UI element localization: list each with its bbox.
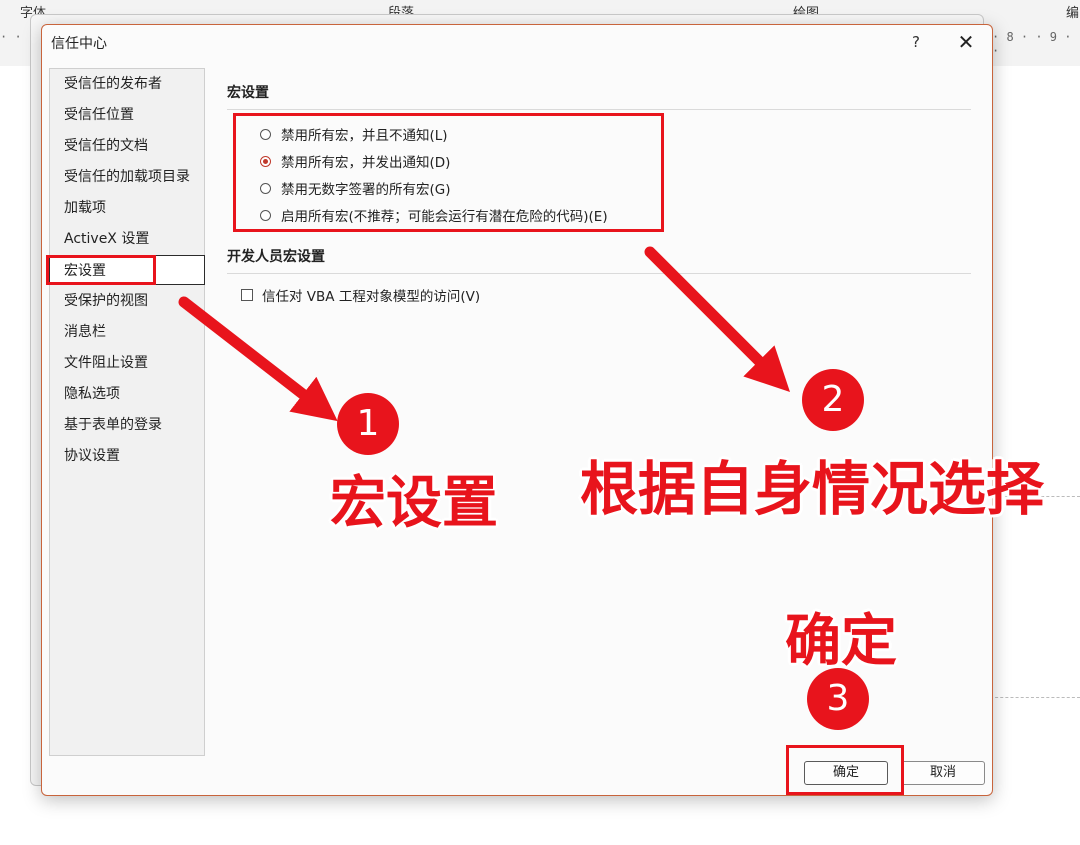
option-label: 信任对 VBA 工程对象模型的访问(V) bbox=[262, 289, 481, 305]
nav-item-trusted-publishers[interactable]: 受信任的发布者 bbox=[50, 69, 204, 99]
close-icon[interactable]: ✕ bbox=[953, 28, 979, 56]
highlight-macro-options bbox=[233, 113, 664, 232]
step3-badge: 3 bbox=[807, 668, 869, 730]
section-divider bbox=[227, 109, 971, 110]
step1-text: 宏设置 bbox=[330, 471, 498, 536]
developer-settings-heading: 开发人员宏设置 bbox=[227, 249, 325, 265]
nav-item-agreements[interactable]: 协议设置 bbox=[50, 441, 204, 471]
cancel-button[interactable]: 取消 bbox=[901, 761, 985, 785]
nav-item-message-bar[interactable]: 消息栏 bbox=[50, 317, 204, 347]
nav-item-trusted-documents[interactable]: 受信任的文档 bbox=[50, 131, 204, 161]
help-button[interactable]: ? bbox=[906, 30, 926, 54]
nav-item-form-login[interactable]: 基于表单的登录 bbox=[50, 410, 204, 440]
nav-item-protected-view[interactable]: 受保护的视图 bbox=[50, 286, 204, 316]
nav-item-addins[interactable]: 加载项 bbox=[50, 193, 204, 223]
step1-badge: 1 bbox=[337, 393, 399, 455]
highlight-ok-button bbox=[786, 745, 904, 795]
document-margin-line bbox=[990, 697, 1080, 698]
nav-item-file-block[interactable]: 文件阻止设置 bbox=[50, 348, 204, 378]
step3-text: 确定 bbox=[785, 609, 897, 674]
checkbox-icon[interactable] bbox=[241, 289, 253, 301]
trust-center-nav: 受信任的发布者 受信任位置 受信任的文档 受信任的加载项目录 加载项 Activ… bbox=[49, 68, 205, 756]
ruler-right: · 8 · · 9 · · bbox=[992, 30, 1072, 58]
step2-text: 根据自身情况选择 bbox=[580, 455, 1045, 523]
nav-item-trusted-locations[interactable]: 受信任位置 bbox=[50, 100, 204, 130]
nav-item-activex[interactable]: ActiveX 设置 bbox=[50, 224, 204, 254]
ribbon-group-cut: 编 bbox=[1066, 6, 1080, 21]
dialog-titlebar: 信任中心 ? ✕ bbox=[42, 25, 992, 59]
checkbox-vba-access[interactable]: 信任对 VBA 工程对象模型的访问(V) bbox=[241, 284, 480, 306]
dialog-title: 信任中心 bbox=[51, 36, 107, 52]
section-divider bbox=[227, 273, 971, 274]
nav-item-privacy[interactable]: 隐私选项 bbox=[50, 379, 204, 409]
highlight-macro-nav bbox=[46, 255, 156, 285]
step2-badge: 2 bbox=[802, 369, 864, 431]
nav-item-trusted-addin-catalogs[interactable]: 受信任的加载项目录 bbox=[50, 162, 204, 192]
macro-settings-heading: 宏设置 bbox=[227, 85, 269, 101]
